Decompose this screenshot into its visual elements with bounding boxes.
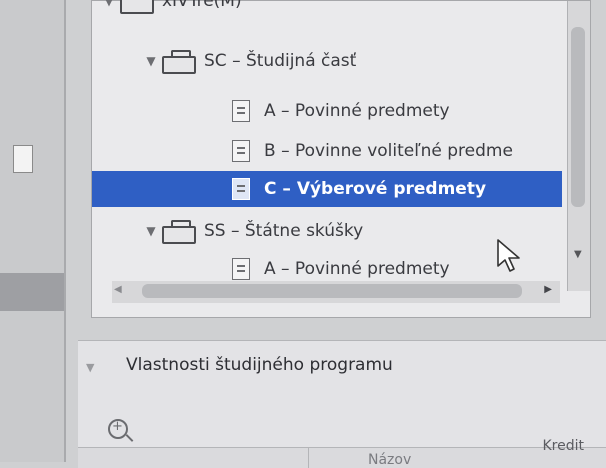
expand-arrow-icon[interactable]: ▼: [144, 54, 158, 68]
scroll-down-icon[interactable]: ▼: [574, 249, 582, 260]
tree-item-label: xIVTre(M): [162, 0, 242, 11]
tree-item-label: C – Výberové predmety: [264, 179, 487, 199]
vertical-scrollbar[interactable]: ▼: [567, 1, 590, 291]
expand-arrow-icon[interactable]: ▼: [144, 224, 158, 238]
document-icon: [232, 178, 250, 200]
document-icon: [232, 100, 250, 122]
column-header-credit[interactable]: Kredit: [542, 438, 584, 454]
side-tab[interactable]: [0, 273, 64, 311]
tree-item-ss[interactable]: ▼ SS – Štátne skúšky: [144, 213, 606, 249]
document-icon: [232, 140, 250, 162]
tree-item-sc-b[interactable]: B – Povinne voliteľné predme: [232, 133, 562, 169]
folder-icon: [120, 0, 154, 14]
tree-item-label: A – Povinné predmety: [264, 259, 450, 279]
properties-title: Vlastnosti študijného programu: [126, 355, 393, 375]
zoom-in-icon[interactable]: +: [108, 419, 128, 439]
document-icon: [13, 145, 33, 173]
tree-item-xivtre[interactable]: ▼ xIVTre(M): [102, 0, 572, 19]
horizontal-scrollbar[interactable]: ◀ ▶: [112, 281, 560, 303]
horizontal-scroll-thumb[interactable]: [142, 284, 522, 298]
column-header-name[interactable]: Názov: [368, 452, 411, 468]
tree-item-label: B – Povinne voliteľné predme: [264, 141, 513, 161]
vertical-scroll-thumb[interactable]: [571, 27, 585, 207]
scroll-right-icon[interactable]: ▶: [544, 284, 552, 295]
scroll-left-icon[interactable]: ◀: [114, 284, 122, 295]
expand-arrow-icon[interactable]: ▼: [102, 0, 116, 8]
tree-item-label: A – Povinné predmety: [264, 101, 450, 121]
mouse-pointer-icon: [497, 239, 520, 272]
folder-icon: [162, 50, 196, 74]
side-panel: [0, 0, 66, 462]
document-icon: [232, 258, 250, 280]
tree-item-sc-c[interactable]: C – Výberové predmety: [92, 171, 562, 207]
tree-item-sc-a[interactable]: A – Povinné predmety: [232, 93, 606, 129]
tree-item-label: SC – Študijná časť: [204, 51, 357, 71]
tree-item-label: SS – Štátne skúšky: [204, 221, 364, 241]
tree-item-sc[interactable]: ▼ SC – Študijná časť: [144, 43, 606, 79]
collapse-arrow-icon[interactable]: ▼: [86, 361, 94, 374]
panel-divider: [64, 0, 66, 462]
properties-panel: ▼ Vlastnosti študijného programu + Názov…: [78, 340, 606, 468]
properties-table-header: Názov Kredit: [78, 438, 606, 468]
folder-icon: [162, 220, 196, 244]
column-divider: [308, 448, 309, 468]
